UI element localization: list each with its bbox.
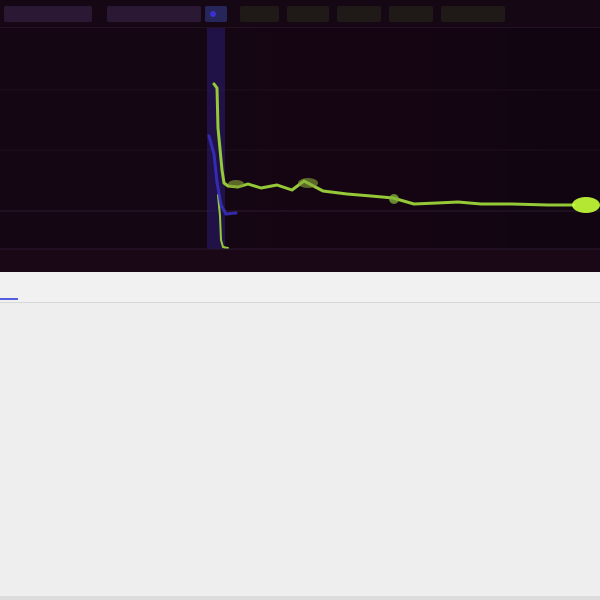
x-axis-strip xyxy=(0,249,600,272)
details-tabs xyxy=(0,272,600,303)
trace-inspector-window xyxy=(0,0,600,600)
detail-row-8 xyxy=(0,492,600,526)
panel-bottom-band xyxy=(0,596,600,600)
series-event-marker[interactable] xyxy=(389,194,399,204)
detail-value-5 xyxy=(168,417,588,430)
detail-row-9 xyxy=(0,548,600,582)
chart-plot-background xyxy=(0,28,600,249)
detail-row-7 xyxy=(0,471,600,489)
details-tab-2[interactable] xyxy=(35,282,77,298)
detail-value-3 xyxy=(168,361,588,374)
details-tab-5[interactable] xyxy=(176,282,218,298)
detail-row-5 xyxy=(0,417,600,435)
detail-row-6 xyxy=(0,439,600,457)
detail-row-2 xyxy=(0,338,600,356)
series-event-marker[interactable] xyxy=(228,180,244,188)
event-details-panel xyxy=(0,272,600,600)
details-tab-1[interactable] xyxy=(0,282,18,300)
timeline-chart[interactable] xyxy=(0,0,600,272)
details-tab-4[interactable] xyxy=(143,282,161,298)
performance-chart-panel xyxy=(0,0,600,272)
detail-row-1 xyxy=(0,316,600,334)
detail-row-3 xyxy=(0,361,600,379)
detail-row-4 xyxy=(0,384,600,402)
current-value-marker[interactable] xyxy=(572,197,600,213)
toolbar-selection-marker xyxy=(210,11,216,17)
details-tab-3[interactable] xyxy=(98,282,126,298)
detail-value-2 xyxy=(168,338,588,351)
series-event-marker[interactable] xyxy=(298,178,318,188)
